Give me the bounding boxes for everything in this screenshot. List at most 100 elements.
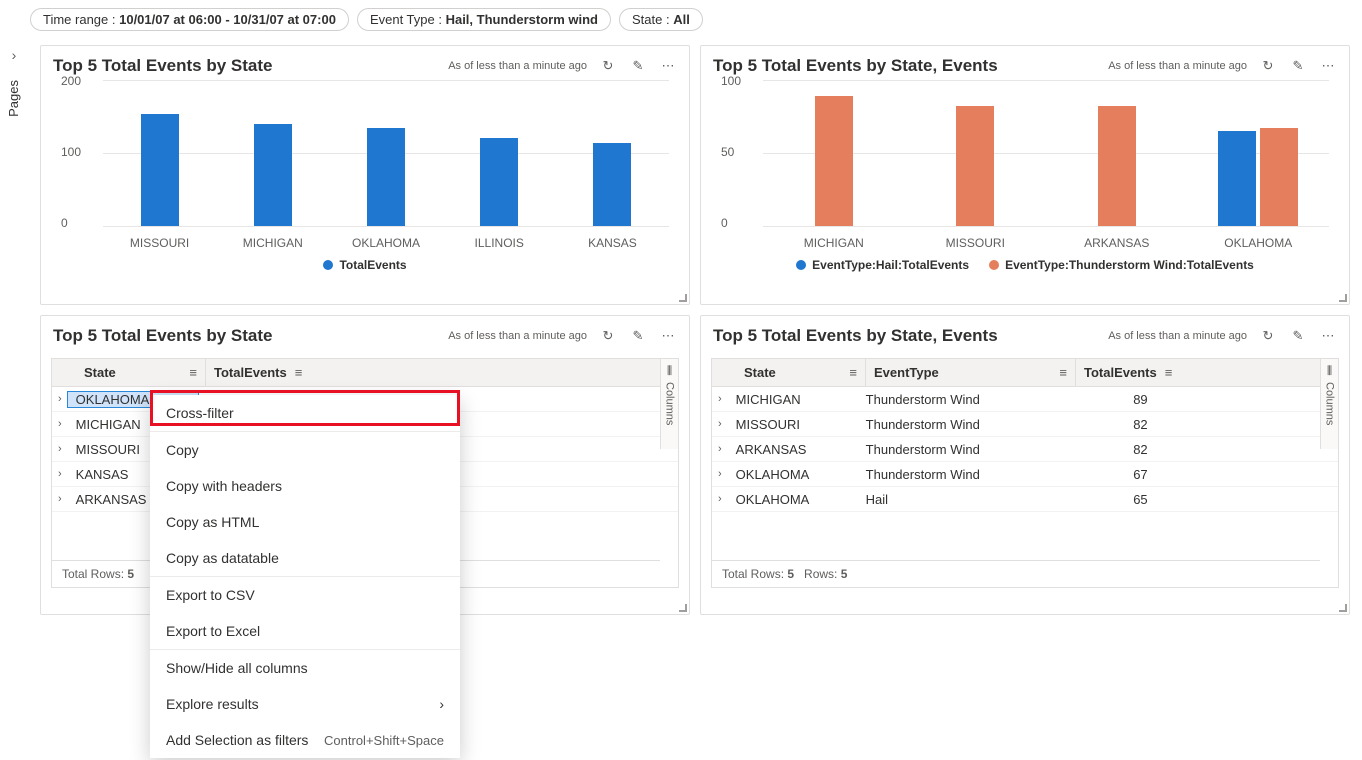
- expand-chevron-icon[interactable]: ›: [712, 493, 728, 505]
- menu-copy[interactable]: Copy: [150, 432, 460, 468]
- x-label: ILLINOIS: [443, 236, 556, 250]
- expand-chevron-icon[interactable]: ›: [52, 468, 68, 480]
- cell-state[interactable]: ARKANSAS: [728, 442, 858, 457]
- legend-item[interactable]: EventType:Thunderstorm Wind:TotalEvents: [989, 258, 1254, 272]
- bar[interactable]: [1260, 128, 1298, 226]
- table-row[interactable]: ›OKLAHOMAThunderstorm Wind67: [712, 462, 1338, 487]
- table-row[interactable]: ›ARKANSASThunderstorm Wind82: [712, 437, 1338, 462]
- menu-export-csv[interactable]: Export to CSV: [150, 577, 460, 613]
- table-row[interactable]: ›OKLAHOMAHail65: [712, 487, 1338, 512]
- bar[interactable]: [367, 128, 405, 226]
- cell-eventtype[interactable]: Hail: [858, 492, 1068, 507]
- column-menu-icon[interactable]: ≡: [1059, 365, 1067, 380]
- column-header-totalevents[interactable]: TotalEvents≡: [1076, 359, 1338, 386]
- resize-handle[interactable]: [679, 604, 687, 612]
- expand-chevron-icon[interactable]: ›: [712, 443, 728, 455]
- expand-chevron-icon[interactable]: ›: [52, 493, 68, 505]
- filter-state[interactable]: State : All: [619, 8, 703, 31]
- columns-panel-toggle[interactable]: ⫼ Columns: [1320, 359, 1338, 449]
- refresh-icon[interactable]: ↻: [599, 57, 617, 75]
- column-header-totalevents[interactable]: TotalEvents≡: [206, 359, 678, 386]
- refresh-icon[interactable]: ↻: [1259, 327, 1277, 345]
- cell-eventtype[interactable]: Thunderstorm Wind: [858, 442, 1068, 457]
- expand-chevron-icon[interactable]: ›: [712, 393, 728, 405]
- cell-total[interactable]: 89: [1068, 392, 1168, 407]
- column-menu-icon[interactable]: ≡: [849, 365, 857, 380]
- x-label: MICHIGAN: [216, 236, 329, 250]
- cell-total[interactable]: 65: [1068, 492, 1168, 507]
- more-icon[interactable]: ⋯: [1319, 57, 1337, 75]
- columns-label: Columns: [1324, 382, 1336, 425]
- refresh-icon[interactable]: ↻: [599, 327, 617, 345]
- menu-copy-datatable[interactable]: Copy as datatable: [150, 540, 460, 576]
- column-header-state[interactable]: State≡: [736, 359, 866, 386]
- more-icon[interactable]: ⋯: [1319, 327, 1337, 345]
- column-header-state[interactable]: State≡: [76, 359, 206, 386]
- cell-state[interactable]: OKLAHOMA: [728, 467, 858, 482]
- edit-icon[interactable]: ✎: [629, 57, 647, 75]
- more-icon[interactable]: ⋯: [659, 57, 677, 75]
- legend-dot-icon: [989, 260, 999, 270]
- expand-chevron-icon[interactable]: ›: [712, 468, 728, 480]
- cell-eventtype[interactable]: Thunderstorm Wind: [858, 392, 1068, 407]
- bar[interactable]: [956, 106, 994, 226]
- table-row[interactable]: ›MICHIGANThunderstorm Wind89: [712, 387, 1338, 412]
- columns-panel-toggle[interactable]: ⫼ Columns: [660, 359, 678, 449]
- bar[interactable]: [593, 143, 631, 226]
- bar[interactable]: [815, 96, 853, 226]
- tile-top5-by-state-events-chart: Top 5 Total Events by State, Events As o…: [700, 45, 1350, 305]
- legend-dot-icon: [796, 260, 806, 270]
- data-table: State≡ EventType≡ TotalEvents≡ ›MICHIGAN…: [711, 358, 1339, 588]
- filter-value: Hail, Thunderstorm wind: [446, 12, 598, 27]
- bar[interactable]: [254, 124, 292, 226]
- bar[interactable]: [141, 114, 179, 226]
- bar[interactable]: [1098, 106, 1136, 226]
- y-tick: 200: [61, 74, 81, 88]
- chart[interactable]: 100 50 0 MICHIGAN MISSOURI ARKANSAS OKLA…: [721, 80, 1329, 250]
- menu-cross-filter[interactable]: Cross-filter: [150, 395, 460, 431]
- chart[interactable]: 200 100 0 MISSOURI MICHIGAN OKLAHOMA ILL…: [61, 80, 669, 250]
- refresh-timestamp: As of less than a minute ago: [448, 60, 587, 72]
- refresh-icon[interactable]: ↻: [1259, 57, 1277, 75]
- column-header-eventtype[interactable]: EventType≡: [866, 359, 1076, 386]
- resize-handle[interactable]: [679, 294, 687, 302]
- column-menu-icon[interactable]: ≡: [189, 365, 197, 380]
- edit-icon[interactable]: ✎: [629, 327, 647, 345]
- legend-item[interactable]: TotalEvents: [323, 258, 406, 272]
- cell-eventtype[interactable]: Thunderstorm Wind: [858, 417, 1068, 432]
- cell-eventtype[interactable]: Thunderstorm Wind: [858, 467, 1068, 482]
- bar[interactable]: [480, 138, 518, 226]
- bar[interactable]: [1218, 131, 1256, 226]
- menu-add-selection-filters[interactable]: Add Selection as filtersControl+Shift+Sp…: [150, 722, 460, 758]
- legend-label: TotalEvents: [339, 258, 406, 272]
- resize-handle[interactable]: [1339, 294, 1347, 302]
- expand-chevron-icon[interactable]: ›: [712, 418, 728, 430]
- cell-state[interactable]: OKLAHOMA: [728, 492, 858, 507]
- context-menu: Cross-filter Copy Copy with headers Copy…: [150, 395, 460, 758]
- filter-time-range[interactable]: Time range : 10/01/07 at 06:00 - 10/31/0…: [30, 8, 349, 31]
- filter-value: 10/01/07 at 06:00 - 10/31/07 at 07:00: [119, 12, 336, 27]
- expand-chevron-icon[interactable]: ›: [52, 443, 68, 455]
- cell-total[interactable]: 82: [1068, 442, 1168, 457]
- expand-chevron-icon[interactable]: ›: [52, 418, 68, 430]
- edit-icon[interactable]: ✎: [1289, 57, 1307, 75]
- cell-total[interactable]: 67: [1068, 467, 1168, 482]
- filter-event-type[interactable]: Event Type : Hail, Thunderstorm wind: [357, 8, 611, 31]
- column-menu-icon[interactable]: ≡: [1165, 365, 1173, 380]
- menu-copy-headers[interactable]: Copy with headers: [150, 468, 460, 504]
- column-menu-icon[interactable]: ≡: [295, 365, 303, 380]
- menu-copy-html[interactable]: Copy as HTML: [150, 504, 460, 540]
- menu-show-hide-columns[interactable]: Show/Hide all columns: [150, 650, 460, 686]
- menu-export-excel[interactable]: Export to Excel: [150, 613, 460, 649]
- expand-chevron-icon[interactable]: ›: [52, 393, 68, 405]
- table-row[interactable]: ›MISSOURIThunderstorm Wind82: [712, 412, 1338, 437]
- legend-item[interactable]: EventType:Hail:TotalEvents: [796, 258, 969, 272]
- cell-state[interactable]: MISSOURI: [728, 417, 858, 432]
- cell-total[interactable]: 82: [1068, 417, 1168, 432]
- edit-icon[interactable]: ✎: [1289, 327, 1307, 345]
- menu-explore-results[interactable]: Explore results›: [150, 686, 460, 722]
- columns-icon: ⫼: [1327, 365, 1332, 378]
- resize-handle[interactable]: [1339, 604, 1347, 612]
- cell-state[interactable]: MICHIGAN: [728, 392, 858, 407]
- more-icon[interactable]: ⋯: [659, 327, 677, 345]
